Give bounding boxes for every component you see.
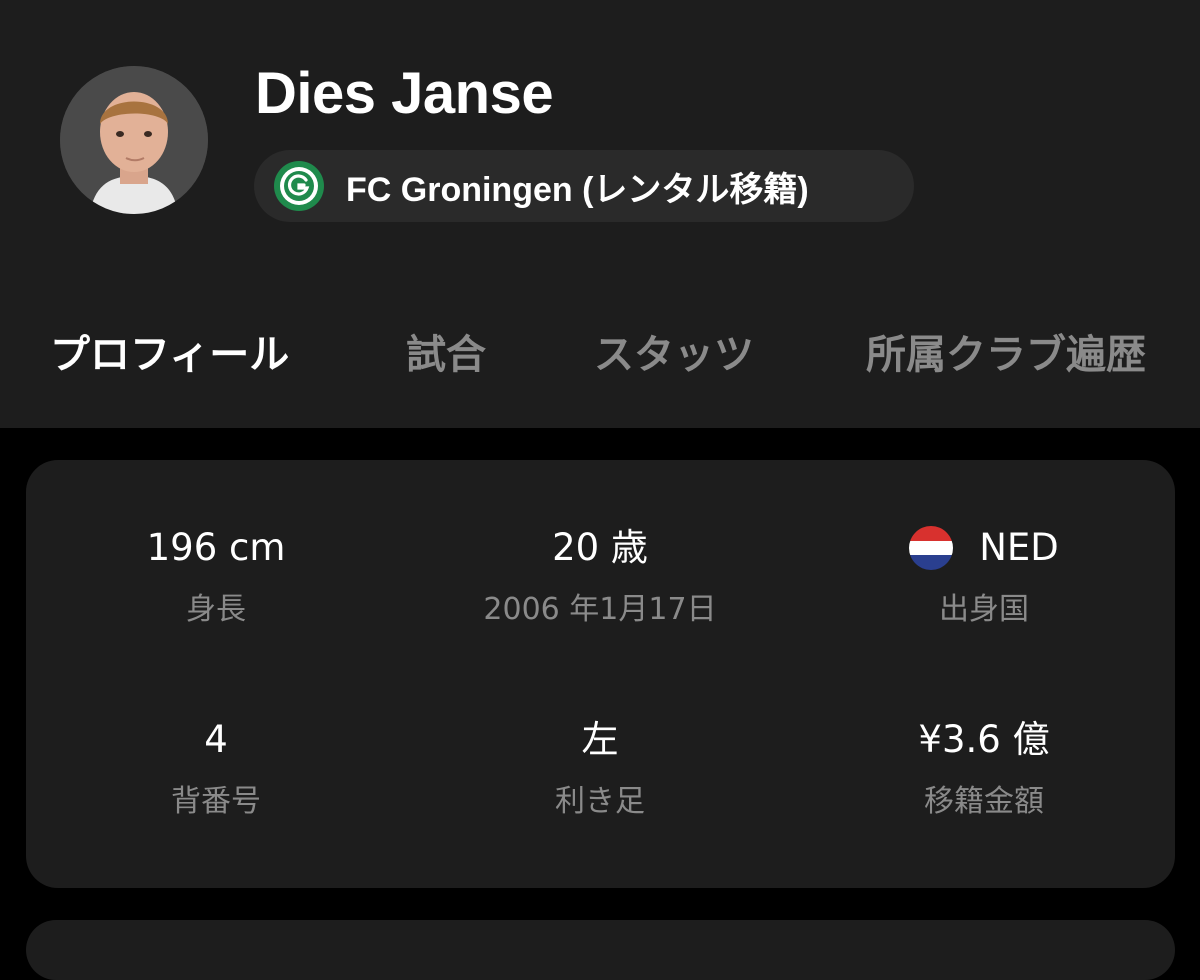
preferred-foot-stat: 左 利き足 bbox=[410, 716, 790, 820]
height-value: 196 cm bbox=[146, 526, 286, 569]
player-header: Dies Janse FC Groningen (レンタル移籍) プロフィール … bbox=[0, 0, 1200, 428]
fc-groningen-logo-icon bbox=[274, 161, 324, 211]
profile-card: 196 cm 身長 20 歳 2006 年1月17日 NED 出身国 4 背番号… bbox=[26, 460, 1175, 888]
tab-career[interactable]: 所属クラブ遍歴 bbox=[866, 322, 1146, 380]
shirt-number-stat: 4 背番号 bbox=[26, 716, 406, 820]
club-name: FC Groningen (レンタル移籍) bbox=[346, 170, 809, 209]
transfer-fee-label: 移籍金額 bbox=[924, 784, 1044, 819]
tab-matches[interactable]: 試合 bbox=[406, 322, 486, 380]
transfer-fee-stat: ¥3.6 億 移籍金額 bbox=[794, 716, 1174, 820]
country-label: 出身国 bbox=[939, 592, 1029, 627]
shirt-number-label: 背番号 bbox=[171, 784, 261, 819]
avatar-image bbox=[60, 66, 208, 214]
shirt-number-value: 4 bbox=[204, 718, 228, 761]
club-button[interactable]: FC Groningen (レンタル移籍) bbox=[254, 150, 914, 222]
netherlands-flag-icon bbox=[909, 526, 954, 570]
age-stat: 20 歳 2006 年1月17日 bbox=[410, 524, 790, 628]
tab-stats[interactable]: スタッツ bbox=[594, 322, 754, 380]
player-name: Dies Janse bbox=[255, 61, 554, 126]
height-stat: 196 cm 身長 bbox=[26, 524, 406, 628]
height-label: 身長 bbox=[186, 592, 246, 627]
age-value: 20 歳 bbox=[552, 526, 648, 569]
birth-date: 2006 年1月17日 bbox=[483, 592, 717, 627]
transfer-fee-value: ¥3.6 億 bbox=[918, 718, 1050, 761]
preferred-foot-label: 利き足 bbox=[555, 784, 645, 819]
tab-bar: プロフィール 試合 スタッツ 所属クラブ遍歴 bbox=[0, 322, 1200, 392]
country-value: NED bbox=[979, 526, 1059, 569]
tab-profile[interactable]: プロフィール bbox=[50, 322, 289, 380]
player-avatar bbox=[60, 66, 208, 214]
next-section-card bbox=[26, 920, 1175, 980]
preferred-foot-value: 左 bbox=[581, 718, 619, 761]
country-stat: NED 出身国 bbox=[794, 524, 1174, 628]
